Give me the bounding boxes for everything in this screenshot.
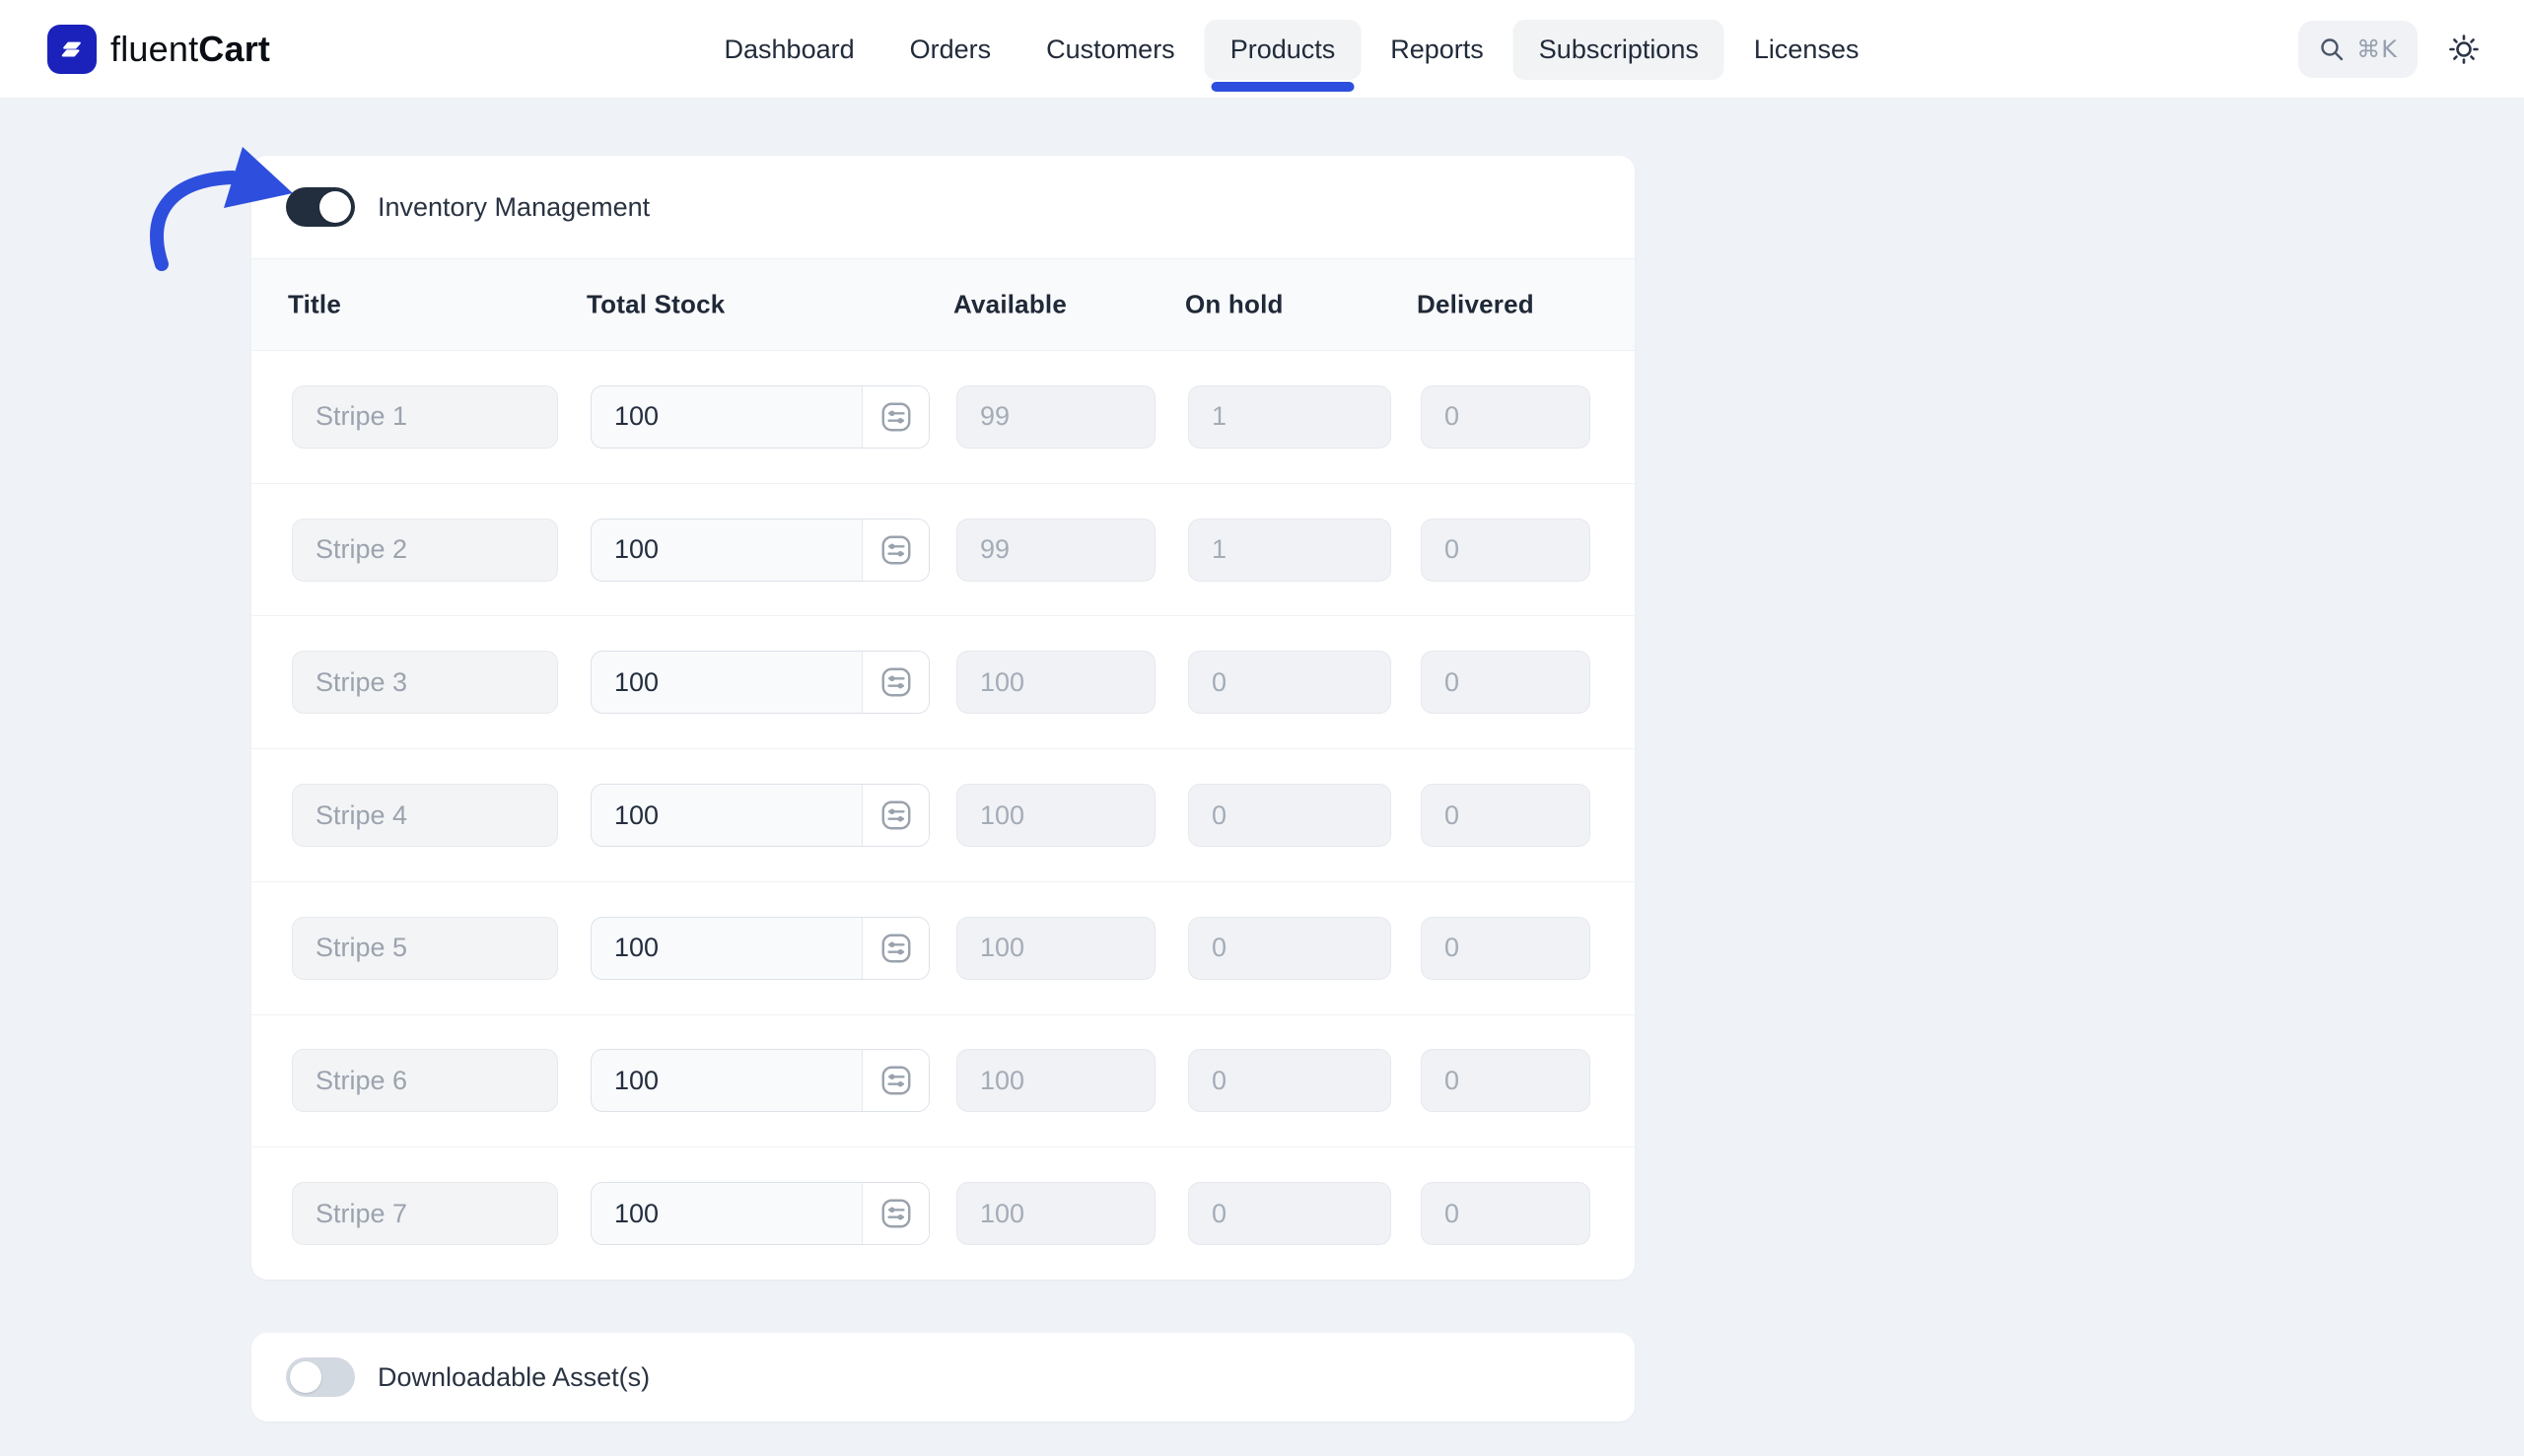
on-hold-input[interactable] — [1188, 917, 1391, 980]
total-stock-input[interactable]: 100 — [591, 651, 930, 714]
adjustments-icon — [878, 532, 914, 568]
delivered-input[interactable] — [1421, 1182, 1590, 1245]
variant-title-input[interactable] — [292, 917, 558, 980]
inventory-table-body: 100 — [251, 351, 1635, 1280]
inventory-card-header: Inventory Management — [251, 156, 1635, 258]
adjustments-icon — [878, 797, 914, 833]
table-row: 100 — [251, 351, 1635, 483]
downloadable-assets-toggle[interactable] — [286, 1357, 355, 1397]
nav-item-products[interactable]: Products — [1205, 20, 1362, 80]
adjustments-icon — [878, 1196, 914, 1231]
column-header-delivered: Delivered — [1417, 290, 1534, 320]
column-header-onhold: On hold — [1185, 290, 1284, 320]
stock-adjustments-button[interactable] — [862, 386, 929, 448]
search-shortcut-label: ⌘K — [2356, 35, 2398, 63]
toggle-knob — [290, 1361, 321, 1393]
total-stock-value: 100 — [592, 401, 659, 432]
delivered-input[interactable] — [1421, 385, 1590, 449]
stock-adjustments-button[interactable] — [862, 1050, 929, 1111]
delivered-input[interactable] — [1421, 917, 1590, 980]
total-stock-input[interactable]: 100 — [591, 385, 930, 449]
column-header-title: Title — [288, 290, 341, 320]
downloadable-assets-label: Downloadable Asset(s) — [378, 1362, 650, 1393]
on-hold-input[interactable] — [1188, 385, 1391, 449]
table-row: 100 — [251, 748, 1635, 881]
total-stock-value: 100 — [592, 1199, 659, 1229]
available-input[interactable] — [956, 651, 1156, 714]
stock-adjustments-button[interactable] — [862, 785, 929, 846]
variant-title-input[interactable] — [292, 1182, 558, 1245]
on-hold-input[interactable] — [1188, 1182, 1391, 1245]
stock-adjustments-button[interactable] — [862, 652, 929, 713]
total-stock-input[interactable]: 100 — [591, 917, 930, 980]
delivered-input[interactable] — [1421, 1049, 1590, 1112]
brand-logo[interactable]: fluentCart — [47, 25, 270, 74]
sun-icon — [2447, 33, 2481, 66]
total-stock-input[interactable]: 100 — [591, 519, 930, 582]
available-input[interactable] — [956, 1049, 1156, 1112]
variant-title-input[interactable] — [292, 651, 558, 714]
brand-name: fluentCart — [110, 29, 270, 70]
on-hold-input[interactable] — [1188, 651, 1391, 714]
available-input[interactable] — [956, 917, 1156, 980]
table-row: 100 — [251, 615, 1635, 748]
adjustments-icon — [878, 399, 914, 435]
nav-item-reports[interactable]: Reports — [1365, 20, 1509, 80]
fluentcart-logo-icon — [47, 25, 97, 74]
available-input[interactable] — [956, 1182, 1156, 1245]
total-stock-value: 100 — [592, 667, 659, 698]
table-row: 100 — [251, 881, 1635, 1014]
main-nav: Dashboard Orders Customers Products Repo… — [699, 0, 1885, 99]
nav-item-subscriptions[interactable]: Subscriptions — [1513, 20, 1724, 80]
total-stock-value: 100 — [592, 534, 659, 565]
table-row: 100 — [251, 483, 1635, 616]
total-stock-input[interactable]: 100 — [591, 784, 930, 847]
stock-adjustments-button[interactable] — [862, 520, 929, 581]
nav-item-orders[interactable]: Orders — [884, 20, 1017, 80]
total-stock-value: 100 — [592, 1066, 659, 1096]
available-input[interactable] — [956, 385, 1156, 449]
adjustments-icon — [878, 664, 914, 700]
nav-item-licenses[interactable]: Licenses — [1728, 20, 1885, 80]
theme-toggle-button[interactable] — [2447, 33, 2481, 66]
downloadable-assets-card: Downloadable Asset(s) — [251, 1333, 1635, 1421]
available-input[interactable] — [956, 784, 1156, 847]
inventory-management-toggle[interactable] — [286, 187, 355, 227]
delivered-input[interactable] — [1421, 651, 1590, 714]
adjustments-icon — [878, 1063, 914, 1098]
adjustments-icon — [878, 931, 914, 966]
on-hold-input[interactable] — [1188, 1049, 1391, 1112]
variant-title-input[interactable] — [292, 784, 558, 847]
variant-title-input[interactable] — [292, 519, 558, 582]
total-stock-input[interactable]: 100 — [591, 1182, 930, 1245]
available-input[interactable] — [956, 519, 1156, 582]
inventory-table-header: Title Total Stock Available On hold Deli… — [251, 258, 1635, 351]
search-button[interactable]: ⌘K — [2298, 21, 2418, 78]
toggle-knob — [319, 191, 351, 223]
nav-item-customers[interactable]: Customers — [1020, 20, 1201, 80]
brand-name-regular: fluent — [110, 29, 198, 70]
total-stock-value: 100 — [592, 800, 659, 831]
delivered-input[interactable] — [1421, 519, 1590, 582]
table-row: 100 — [251, 1014, 1635, 1147]
table-row: 100 — [251, 1146, 1635, 1280]
stock-adjustments-button[interactable] — [862, 918, 929, 979]
variant-title-input[interactable] — [292, 1049, 558, 1112]
total-stock-input[interactable]: 100 — [591, 1049, 930, 1112]
total-stock-value: 100 — [592, 933, 659, 963]
variant-title-input[interactable] — [292, 385, 558, 449]
stock-adjustments-button[interactable] — [862, 1183, 929, 1244]
column-header-stock: Total Stock — [587, 290, 725, 320]
column-header-available: Available — [953, 290, 1067, 320]
nav-item-dashboard[interactable]: Dashboard — [699, 20, 880, 80]
brand-name-bold: Cart — [198, 29, 270, 70]
delivered-input[interactable] — [1421, 784, 1590, 847]
navbar-right: ⌘K — [2298, 21, 2481, 78]
top-navbar: fluentCart Dashboard Orders Customers Pr… — [0, 0, 2524, 99]
on-hold-input[interactable] — [1188, 784, 1391, 847]
inventory-management-label: Inventory Management — [378, 192, 650, 223]
search-icon — [2318, 35, 2346, 63]
on-hold-input[interactable] — [1188, 519, 1391, 582]
inventory-card: Inventory Management Title Total Stock A… — [251, 156, 1635, 1280]
